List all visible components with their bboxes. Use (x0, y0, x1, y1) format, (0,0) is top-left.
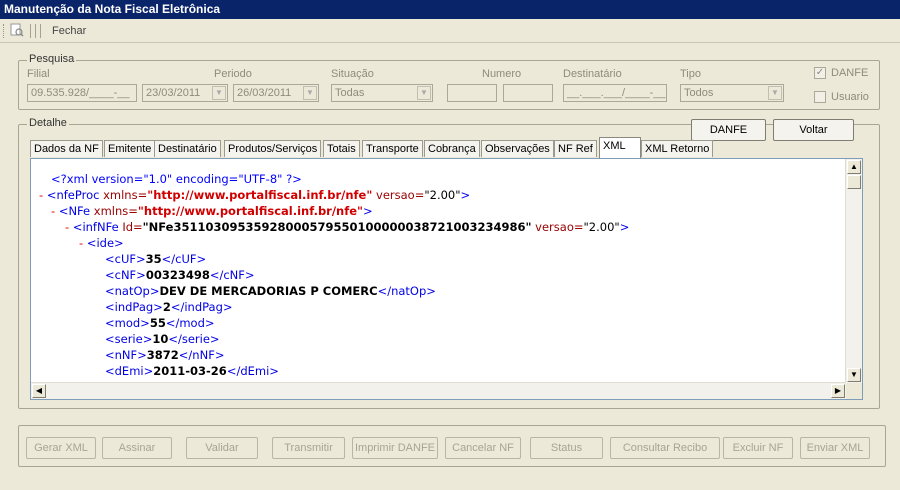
numero-from-field[interactable] (447, 84, 497, 102)
chevron-down-icon[interactable]: ▼ (417, 86, 431, 100)
tab-totais[interactable]: Totais (323, 140, 360, 157)
xml-node-nfeproc: - <nfeProc xmlns="http://www.portalfisca… (39, 188, 471, 202)
chevron-down-icon[interactable]: ▼ (768, 86, 782, 100)
vertical-scrollbar[interactable]: ▲ ▼ (845, 159, 862, 383)
tipo-label: Tipo (680, 68, 701, 80)
usuario-checkbox-label: Usuario (831, 91, 869, 103)
collapse-icon[interactable]: - (39, 188, 43, 202)
periodo-to-value: 26/03/2011 (237, 87, 292, 99)
status-button[interactable]: Status (530, 437, 603, 459)
enviar-xml-button[interactable]: Enviar XML (800, 437, 870, 459)
tab-emitente[interactable]: Emitente (104, 140, 156, 157)
excluir-nf-button[interactable]: Excluir NF (723, 437, 793, 459)
scroll-down-icon[interactable]: ▼ (847, 368, 861, 382)
scroll-up-icon[interactable]: ▲ (847, 160, 861, 174)
xml-field-demi: <dEmi>2011-03-26</dEmi> (105, 364, 279, 378)
tipo-value: Todos (684, 87, 714, 99)
danfe-button[interactable]: DANFE (691, 119, 766, 141)
periodo-from-field[interactable]: 23/03/2011 ▼ (142, 84, 228, 102)
xml-field-indpag: <indPag>2</indPag> (105, 300, 233, 314)
validar-button[interactable]: Validar (186, 437, 258, 459)
situacao-select[interactable]: Todas ▼ (331, 84, 433, 102)
scroll-thumb[interactable] (847, 175, 861, 189)
tab-cobranca[interactable]: Cobrança (424, 140, 480, 157)
scroll-right-icon[interactable]: ▶ (831, 384, 845, 398)
close-button[interactable]: Fechar (50, 23, 88, 39)
periodo-from-value: 23/03/2011 (146, 87, 201, 99)
detail-group-legend: Detalhe (27, 117, 69, 129)
numero-label: Numero (482, 68, 522, 80)
xml-node-nfe: - <NFe xmlns="http://www.portalfiscal.in… (51, 204, 373, 218)
collapse-icon[interactable]: - (65, 220, 69, 234)
tab-transporte[interactable]: Transporte (362, 140, 423, 157)
toolbar: Fechar (0, 19, 900, 43)
tab-produtos-servicos[interactable]: Produtos/Serviços (224, 140, 322, 157)
collapse-icon[interactable]: - (51, 204, 55, 218)
tab-destinatario[interactable]: Destinatário (154, 140, 221, 157)
horizontal-scrollbar[interactable]: ◀ ▶ (31, 382, 846, 399)
destinatario-field[interactable]: __.___.___/____-__ (563, 84, 667, 102)
usuario-checkbox[interactable] (814, 91, 826, 103)
toolbar-separator (40, 24, 41, 38)
tab-nf-ref[interactable]: NF Ref (554, 140, 597, 157)
chevron-down-icon[interactable]: ▼ (303, 86, 317, 100)
collapse-icon[interactable]: - (79, 236, 83, 250)
voltar-button[interactable]: Voltar (773, 119, 854, 141)
danfe-checkbox[interactable]: ✓ (814, 67, 826, 79)
gerar-xml-button[interactable]: Gerar XML (26, 437, 96, 459)
scroll-left-icon[interactable]: ◀ (32, 384, 46, 398)
danfe-checkbox-label: DANFE (831, 67, 869, 79)
tab-xml[interactable]: XML (599, 137, 641, 158)
xml-field-serie: <serie>10</serie> (105, 332, 220, 346)
xml-field-cnf: <cNF>00323498</cNF> (105, 268, 255, 282)
filial-field[interactable]: 09.535.928/____-__ (27, 84, 137, 102)
filial-label: Filial (27, 68, 50, 80)
assinar-button[interactable]: Assinar (102, 437, 172, 459)
xml-node-infnfe: - <infNFe Id="NFe35110309535928000579550… (65, 220, 630, 234)
toolbar-grip (3, 24, 6, 38)
xml-field-natop: <natOp>DEV DE MERCADORIAS P COMERC</natO… (105, 284, 436, 298)
tab-observacoes[interactable]: Observações (481, 140, 554, 157)
numero-to-field[interactable] (503, 84, 553, 102)
xml-field-nnf: <nNF>3872</nNF> (105, 348, 225, 362)
scrollbar-corner (846, 383, 862, 399)
periodo-to-field[interactable]: 26/03/2011 ▼ (233, 84, 319, 102)
destinatario-label: Destinatário (563, 68, 622, 80)
xml-field-cuf: <cUF>35</cUF> (105, 252, 207, 266)
xml-viewer[interactable]: <?xml version="1.0" encoding="UTF-8" ?> … (30, 158, 863, 400)
toolbar-separator (35, 24, 36, 38)
toolbar-separator (30, 24, 31, 38)
periodo-label: Periodo (214, 68, 252, 80)
transmitir-button[interactable]: Transmitir (272, 437, 345, 459)
situacao-label: Situação (331, 68, 374, 80)
print-preview-icon[interactable] (10, 23, 24, 37)
window-title: Manutenção da Nota Fiscal Eletrônica (0, 0, 900, 19)
tipo-select[interactable]: Todos ▼ (680, 84, 784, 102)
tab-dados-nf[interactable]: Dados da NF (30, 140, 103, 157)
xml-field-mod: <mod>55</mod> (105, 316, 215, 330)
tab-xml-retorno[interactable]: XML Retorno (641, 140, 714, 157)
xml-node-ide: - <ide> (79, 236, 124, 250)
consultar-recibo-button[interactable]: Consultar Recibo (610, 437, 720, 459)
search-group-legend: Pesquisa (27, 53, 77, 65)
imprimir-danfe-button[interactable]: Imprimir DANFE (352, 437, 438, 459)
xml-declaration: <?xml version="1.0" encoding="UTF-8" ?> (51, 172, 302, 186)
cancelar-nf-button[interactable]: Cancelar NF (445, 437, 521, 459)
situacao-value: Todas (335, 87, 365, 99)
chevron-down-icon[interactable]: ▼ (212, 86, 226, 100)
